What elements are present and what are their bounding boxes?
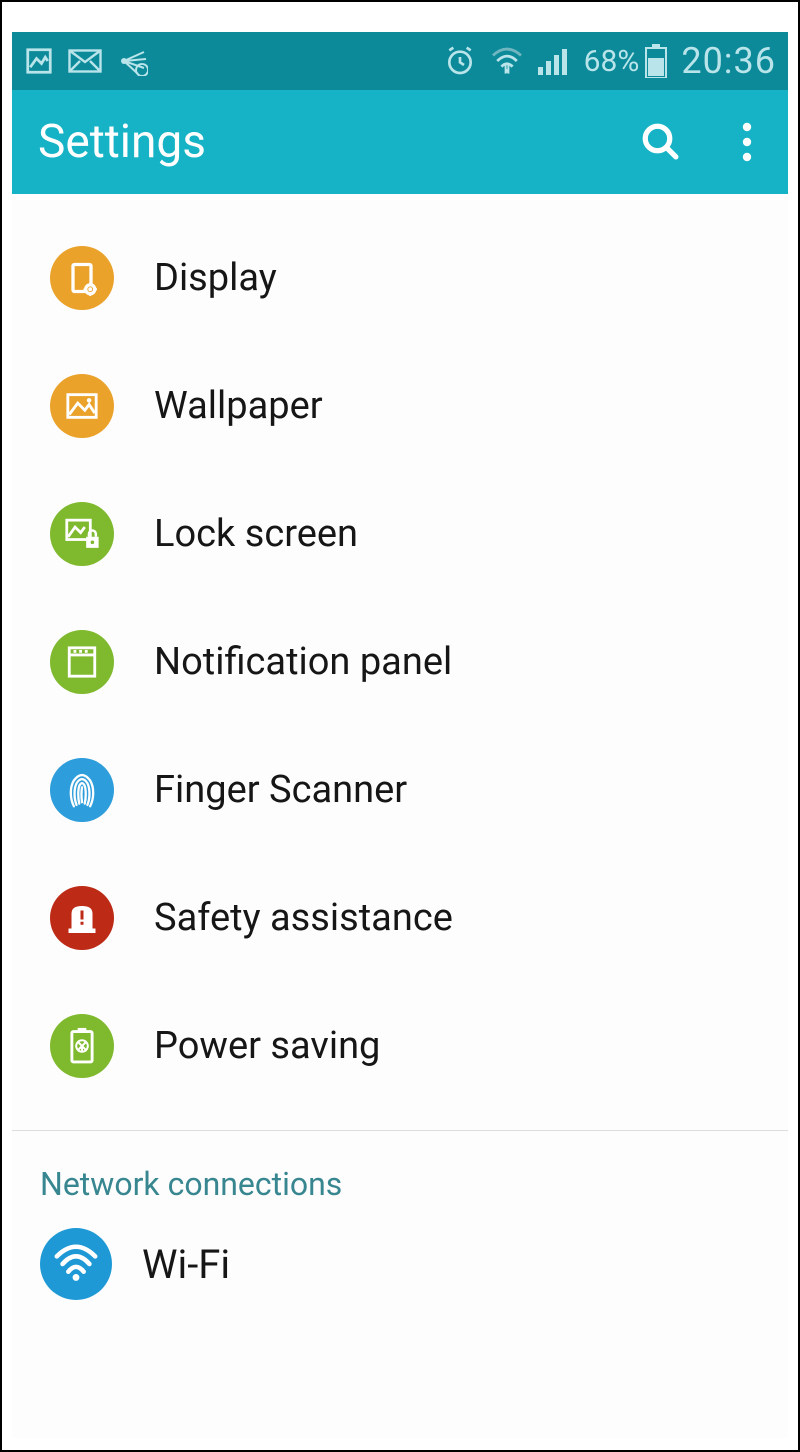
- settings-item-finger-scanner[interactable]: Finger Scanner: [12, 726, 788, 854]
- wifi-icon: [490, 47, 524, 75]
- settings-item-safety-assistance[interactable]: Safety assistance: [12, 854, 788, 982]
- app-bar: Settings: [12, 90, 788, 194]
- settings-item-wallpaper[interactable]: Wallpaper: [12, 342, 788, 470]
- status-bar: 68% 20:36: [12, 32, 788, 90]
- safety-icon: [50, 886, 114, 950]
- settings-item-label: Finger Scanner: [154, 768, 407, 812]
- settings-item-label: Notification panel: [154, 640, 452, 684]
- alarm-icon: [444, 45, 476, 77]
- display-icon: [50, 246, 114, 310]
- wallpaper-icon: [50, 374, 114, 438]
- settings-item-display[interactable]: Display: [12, 214, 788, 342]
- overflow-menu-icon[interactable]: [742, 122, 752, 162]
- settings-list[interactable]: Sounds and notifications Display Wallpap…: [12, 194, 788, 1438]
- lock-screen-icon: [50, 502, 114, 566]
- notification-panel-icon: [50, 630, 114, 694]
- image-icon: [24, 46, 54, 76]
- search-icon[interactable]: [640, 121, 682, 163]
- settings-item-label: Safety assistance: [154, 896, 453, 940]
- settings-item-label: Lock screen: [154, 512, 358, 556]
- section-header-label: Network connections: [40, 1165, 342, 1203]
- activity-icon: [116, 46, 148, 76]
- settings-item-sounds[interactable]: Sounds and notifications: [12, 194, 788, 214]
- battery-percent: 68%: [584, 44, 640, 79]
- signal-icon: [538, 47, 570, 75]
- section-header-network: Network connections: [12, 1131, 788, 1209]
- settings-item-notification-panel[interactable]: Notification panel: [12, 598, 788, 726]
- wifi-circle-icon: [40, 1228, 112, 1300]
- settings-item-lock-screen[interactable]: Lock screen: [12, 470, 788, 598]
- fingerprint-icon: [50, 758, 114, 822]
- settings-item-wifi[interactable]: Wi-Fi: [12, 1209, 788, 1319]
- settings-item-label: Power saving: [154, 1024, 380, 1068]
- settings-item-label: Wallpaper: [154, 384, 323, 428]
- settings-item-power-saving[interactable]: Power saving: [12, 982, 788, 1110]
- clock: 20:36: [681, 40, 776, 82]
- settings-item-label: Wi-Fi: [142, 1241, 230, 1288]
- power-saving-icon: [50, 1014, 114, 1078]
- page-title: Settings: [38, 115, 640, 169]
- mail-icon: [68, 49, 102, 73]
- settings-item-label: Display: [154, 256, 277, 300]
- battery-icon: [645, 44, 667, 78]
